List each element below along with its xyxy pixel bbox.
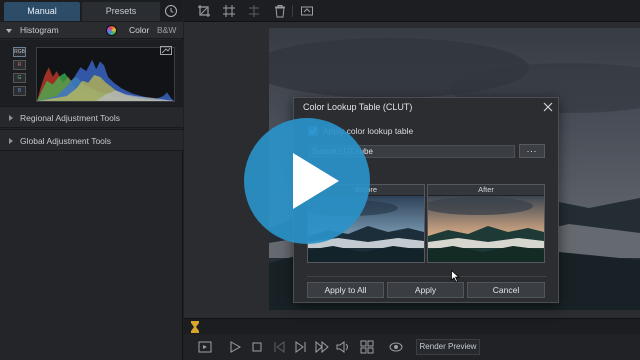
dialog-title: Color Lookup Table (CLUT) <box>303 102 413 112</box>
chevron-right-icon <box>9 138 13 144</box>
after-preview: After <box>427 184 545 263</box>
channel-rgb-button[interactable]: RGB <box>13 47 26 57</box>
chevron-down-icon <box>6 29 12 33</box>
volume-icon[interactable] <box>336 340 350 354</box>
eye-icon[interactable] <box>389 340 403 354</box>
color-mode-button[interactable]: Color <box>129 25 149 35</box>
bw-mode-button[interactable]: B&W <box>157 25 176 35</box>
top-toolbar <box>184 0 640 22</box>
apply-to-all-button[interactable]: Apply to All <box>307 282 384 298</box>
after-image <box>428 196 544 262</box>
play-icon[interactable] <box>228 340 242 354</box>
tab-manual[interactable]: Manual <box>4 2 80 21</box>
mouse-cursor-icon <box>451 270 460 283</box>
timeline-bar[interactable] <box>184 318 640 334</box>
browse-button[interactable]: ... <box>519 144 545 158</box>
compare-icon[interactable] <box>247 4 261 18</box>
section-label: Global Adjustment Tools <box>20 136 112 146</box>
dialog-divider <box>307 276 547 277</box>
prev-frame-icon[interactable] <box>272 340 286 354</box>
after-label: After <box>428 185 544 195</box>
left-panel: Manual Presets Histogram Color B&W RGB R… <box>0 0 183 360</box>
apply-button[interactable]: Apply <box>387 282 464 298</box>
tab-presets[interactable]: Presets <box>82 2 160 21</box>
channel-red-button[interactable]: R <box>13 60 26 70</box>
fast-forward-icon[interactable] <box>315 340 329 354</box>
panel-tabs: Manual Presets <box>0 0 183 22</box>
channel-green-button[interactable]: G <box>13 73 26 83</box>
grid-icon[interactable] <box>360 340 374 354</box>
histogram-graph <box>36 47 175 102</box>
histogram-header[interactable]: Histogram Color B&W <box>0 22 183 39</box>
timeline-marker-icon[interactable] <box>190 321 200 333</box>
history-icon[interactable] <box>164 4 178 18</box>
global-adjustment-section[interactable]: Global Adjustment Tools <box>0 129 183 151</box>
cancel-button[interactable]: Cancel <box>467 282 545 298</box>
stop-icon[interactable] <box>250 340 264 354</box>
regional-adjustment-section[interactable]: Regional Adjustment Tools <box>0 106 183 128</box>
close-icon[interactable] <box>543 102 553 112</box>
color-wheel-icon[interactable] <box>106 25 117 36</box>
chevron-right-icon <box>9 115 13 121</box>
trash-icon[interactable] <box>273 4 287 18</box>
playback-bar: Render Preview <box>184 334 640 360</box>
next-frame-icon[interactable] <box>294 340 308 354</box>
clipping-warning-icon[interactable] <box>160 46 172 55</box>
render-preview-button[interactable]: Render Preview <box>416 339 480 355</box>
preview-icon[interactable] <box>198 340 212 354</box>
section-label: Regional Adjustment Tools <box>20 113 121 123</box>
histogram-title: Histogram <box>20 25 59 35</box>
video-play-icon[interactable] <box>243 117 371 245</box>
histogram-panel: RGB R G B <box>0 40 183 106</box>
fit-icon[interactable] <box>300 4 314 18</box>
crop-icon[interactable] <box>197 4 211 18</box>
toolbar-divider <box>292 5 293 17</box>
align-icon[interactable] <box>222 4 236 18</box>
channel-blue-button[interactable]: B <box>13 86 26 96</box>
